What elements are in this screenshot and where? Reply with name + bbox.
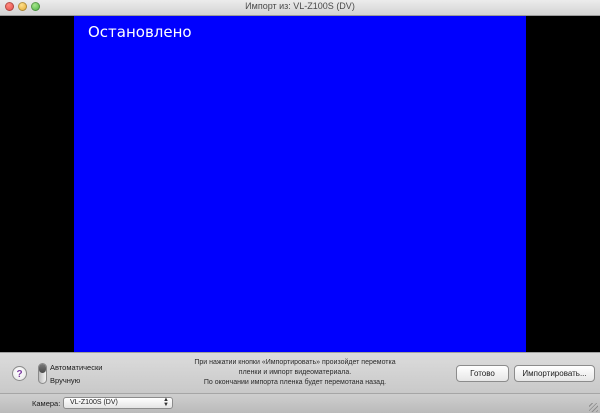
- video-preview: Остановлено: [74, 16, 526, 352]
- mode-manual-label[interactable]: Вручную: [50, 376, 80, 385]
- control-panel: ? Автоматически Вручную При нажатии кноп…: [0, 352, 600, 393]
- help-icon[interactable]: ?: [12, 366, 27, 381]
- camera-select[interactable]: VL-Z100S (DV) ▲ ▼: [63, 397, 173, 409]
- done-button[interactable]: Готово: [456, 365, 509, 382]
- import-button[interactable]: Импортировать...: [514, 365, 595, 382]
- mode-toggle[interactable]: [38, 363, 47, 384]
- camera-select-value: VL-Z100S (DV): [70, 399, 118, 406]
- camera-bar: Камера: VL-Z100S (DV) ▲ ▼: [0, 393, 600, 413]
- title-bar[interactable]: Импорт из: VL-Z100S (DV): [0, 0, 600, 16]
- mode-auto-label[interactable]: Автоматически: [50, 363, 102, 372]
- playback-status: Остановлено: [88, 23, 192, 41]
- import-info-text: При нажатии кнопки «Импортировать» произ…: [180, 358, 410, 388]
- video-area: Остановлено: [0, 16, 600, 352]
- info-line-2: пленки и импорт видеоматериала.: [238, 369, 352, 376]
- info-line-1: При нажатии кнопки «Импортировать» произ…: [194, 359, 396, 366]
- camera-label: Камера:: [32, 399, 61, 408]
- resize-grip-icon[interactable]: [589, 403, 598, 412]
- import-window: Импорт из: VL-Z100S (DV) Остановлено ? А…: [0, 0, 600, 413]
- mode-toggle-knob[interactable]: [39, 364, 46, 373]
- window-title: Импорт из: VL-Z100S (DV): [245, 1, 355, 11]
- info-line-3: По окончании импорта пленка будет перемо…: [203, 379, 387, 386]
- chevron-updown-icon: ▲ ▼: [163, 397, 169, 408]
